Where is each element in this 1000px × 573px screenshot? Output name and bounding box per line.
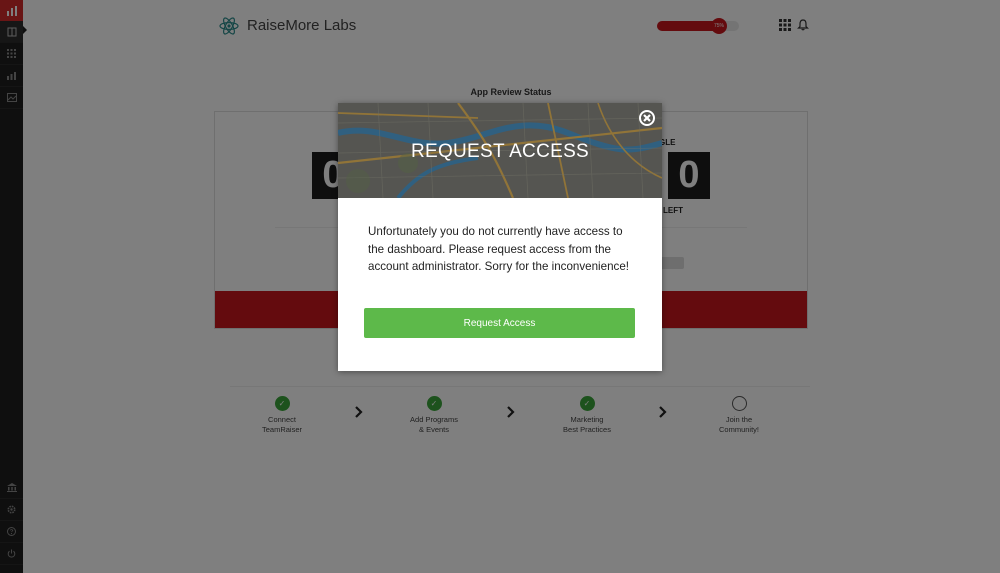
request-access-button[interactable]: Request Access <box>364 308 635 338</box>
modal-title: REQUEST ACCESS <box>410 141 590 162</box>
modal-message: Unfortunately you do not currently have … <box>368 225 629 273</box>
modal-header: REQUEST ACCESS <box>338 103 662 198</box>
request-access-modal: REQUEST ACCESS Unfortunately you do not … <box>338 103 662 371</box>
close-icon[interactable] <box>638 109 656 127</box>
